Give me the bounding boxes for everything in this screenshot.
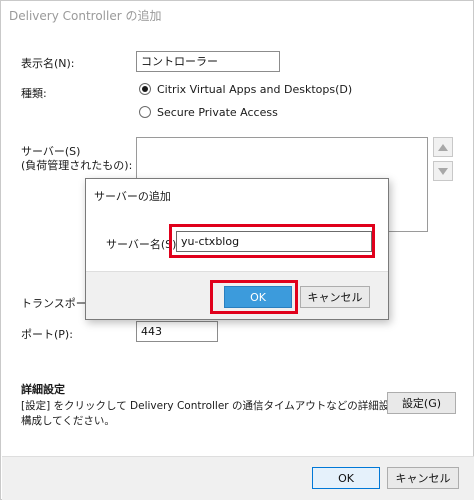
advanced-settings-title: 詳細設定 [21, 383, 65, 396]
ok-button-highlight [210, 280, 298, 314]
port-input[interactable]: 443 [136, 321, 218, 342]
window-title: Delivery Controller の追加 [9, 9, 162, 23]
radio-secure-private-access[interactable] [139, 106, 151, 118]
advanced-settings-description-2: 構成してください。 [21, 415, 115, 427]
advanced-settings-description: [設定] をクリックして Delivery Controller の通信タイムア… [21, 400, 411, 412]
servers-sublabel: (負荷管理されたもの): [21, 159, 133, 172]
server-name-highlight [169, 224, 375, 258]
settings-button[interactable]: 設定(G) [387, 392, 456, 414]
dialog-title: サーバーの追加 [94, 190, 171, 203]
arrow-down-icon [438, 167, 448, 175]
type-label: 種類: [21, 87, 47, 100]
radio-citrix-virtual-apps-label[interactable]: Citrix Virtual Apps and Desktops(D) [157, 83, 352, 96]
display-name-input[interactable]: コントローラー [136, 51, 280, 72]
cancel-button[interactable]: キャンセル [387, 467, 459, 489]
ok-button[interactable]: OK [312, 467, 380, 489]
move-down-button[interactable] [433, 161, 453, 181]
radio-secure-private-access-label[interactable]: Secure Private Access [157, 106, 278, 119]
move-up-button[interactable] [433, 137, 453, 157]
port-label: ポート(P): [21, 328, 73, 341]
dialog-cancel-button[interactable]: キャンセル [300, 286, 370, 308]
display-name-label: 表示名(N): [21, 57, 75, 70]
radio-citrix-virtual-apps[interactable] [139, 83, 151, 95]
arrow-up-icon [438, 143, 448, 151]
